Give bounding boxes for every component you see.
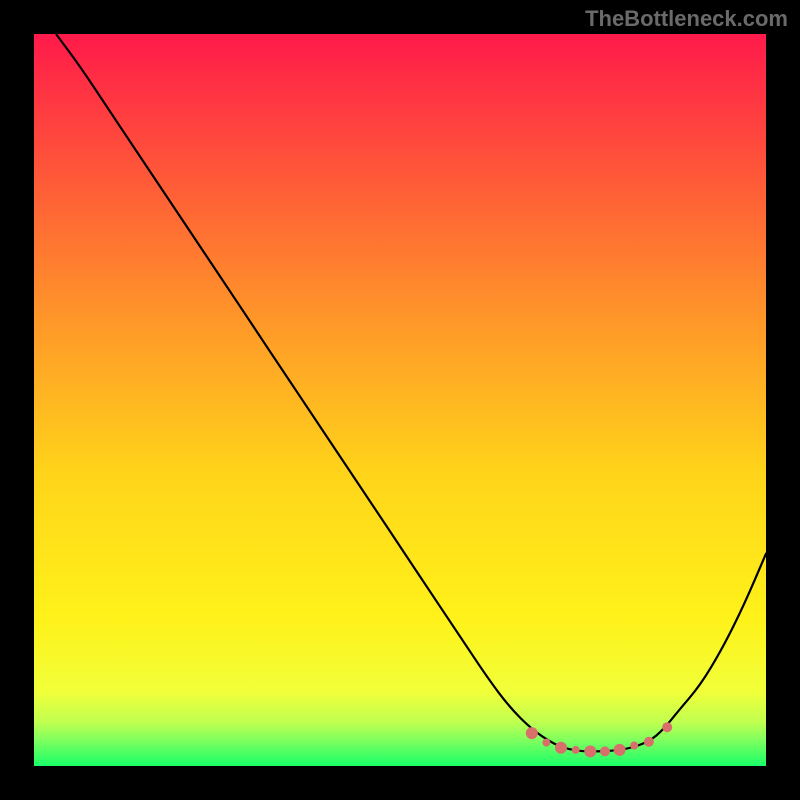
marker-dot [614,744,626,756]
marker-dot [572,746,580,754]
marker-dot [630,742,638,750]
chart-container: TheBottleneck.com [0,0,800,800]
watermark-text: TheBottleneck.com [585,6,788,32]
marker-dot [555,742,567,754]
chart-svg [34,34,766,766]
marker-dot [600,746,610,756]
plot-area [34,34,766,766]
marker-dot [542,739,550,747]
marker-dot [662,722,672,732]
marker-dot [526,727,538,739]
marker-dot [584,745,596,757]
gradient-background [34,34,766,766]
marker-dot [644,737,654,747]
